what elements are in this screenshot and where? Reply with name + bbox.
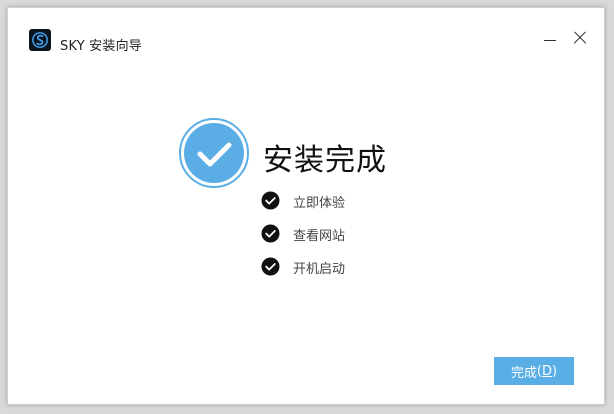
- finish-button-label: 完成: [510, 365, 537, 381]
- app-logo-icon: [29, 29, 51, 51]
- option-label: 开机启动: [293, 262, 346, 277]
- completion-headline: 安装完成: [263, 143, 387, 178]
- close-icon[interactable]: [568, 26, 592, 50]
- checkbox-checked-icon[interactable]: [261, 224, 280, 243]
- window-title: SKY 安装向导: [60, 39, 142, 54]
- finish-shortcut-key: D: [542, 363, 553, 379]
- success-check-icon: [178, 117, 250, 189]
- option-label: 查看网站: [293, 229, 346, 244]
- option-label: 立即体验: [293, 196, 346, 211]
- minimize-icon[interactable]: [538, 28, 562, 52]
- title-bar: SKY 安装向导: [8, 8, 604, 68]
- checkbox-checked-icon[interactable]: [261, 257, 280, 276]
- finish-shortcut-hint: (D): [536, 363, 558, 379]
- installer-window: SKY 安装向导 安装完成 立即体验 查看网站 开机启动 完成 (D): [7, 7, 605, 405]
- finish-button[interactable]: 完成 (D): [494, 357, 574, 385]
- checkbox-checked-icon[interactable]: [261, 191, 280, 210]
